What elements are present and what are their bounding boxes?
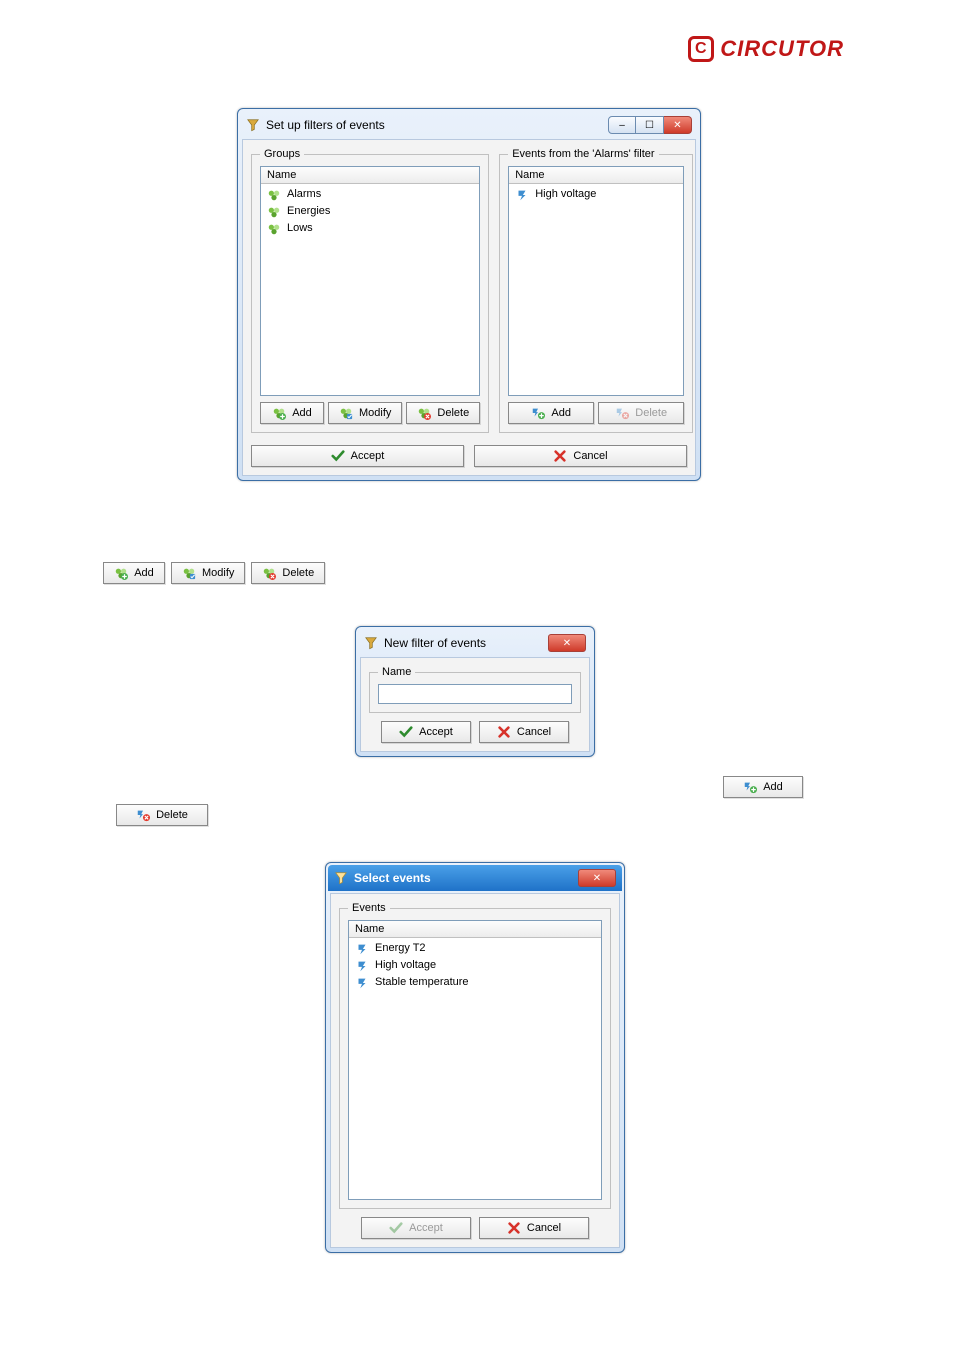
events-delete-icon: [136, 808, 150, 822]
funnel-icon: [334, 871, 348, 885]
events-header[interactable]: Name: [509, 167, 683, 184]
titlebar[interactable]: Select events ✕: [328, 865, 622, 891]
add-icon: [272, 406, 286, 420]
list-item[interactable]: High voltage: [513, 186, 679, 203]
event-icon: [515, 188, 529, 202]
float-delete-button-wrap: Delete: [116, 804, 208, 826]
setup-filters-window: Set up filters of events – ☐ ✕ Groups Na…: [237, 108, 701, 481]
events-listbox[interactable]: Name High voltage: [508, 166, 684, 396]
brand-logo: C CIRCUTOR: [688, 36, 844, 62]
window-maximize-button[interactable]: ☐: [636, 116, 664, 134]
select-events-list-body: Energy T2 High voltage Stable temperatur…: [349, 938, 601, 993]
group-icon: [267, 205, 281, 219]
events-delete-button[interactable]: Delete: [598, 402, 684, 424]
list-item[interactable]: Alarms: [265, 186, 475, 203]
group-icon: [267, 188, 281, 202]
check-icon: [331, 449, 345, 463]
toolbar-buttons: Add Modify Delete: [103, 562, 325, 584]
x-icon: [553, 449, 567, 463]
check-icon: [399, 725, 413, 739]
events-legend: Events: [348, 902, 390, 914]
accept-button[interactable]: Accept: [251, 445, 464, 467]
name-fieldset: Name: [369, 666, 581, 713]
events-delete-icon: [615, 406, 629, 420]
accept-button[interactable]: Accept: [361, 1217, 471, 1239]
select-events-window: Select events ✕ Events Name Energy T2 Hi…: [325, 862, 625, 1253]
group-icon: [267, 222, 281, 236]
titlebar[interactable]: New filter of events ✕: [360, 631, 590, 657]
window-title: New filter of events: [384, 636, 486, 650]
toolbar-modify-button[interactable]: Modify: [171, 562, 245, 584]
x-icon: [507, 1221, 521, 1235]
toolbar-delete-button[interactable]: Delete: [251, 562, 325, 584]
funnel-icon: [246, 118, 260, 132]
float-delete-button[interactable]: Delete: [116, 804, 208, 826]
toolbar-add-button[interactable]: Add: [103, 562, 165, 584]
new-filter-window: New filter of events ✕ Name Accept Cance…: [355, 626, 595, 757]
list-item[interactable]: Energy T2: [353, 940, 597, 957]
groups-header[interactable]: Name: [261, 167, 479, 184]
groups-legend: Groups: [260, 148, 304, 160]
titlebar[interactable]: Set up filters of events – ☐ ✕: [242, 113, 696, 139]
add-icon: [114, 566, 128, 580]
events-legend: Events from the 'Alarms' filter: [508, 148, 658, 160]
select-events-listbox[interactable]: Name Energy T2 High voltage Stable tempe…: [348, 920, 602, 1200]
events-add-button[interactable]: Add: [508, 402, 594, 424]
event-icon: [355, 959, 369, 973]
cancel-button[interactable]: Cancel: [474, 445, 687, 467]
list-item[interactable]: High voltage: [353, 957, 597, 974]
delete-icon: [417, 406, 431, 420]
modify-icon: [182, 566, 196, 580]
x-icon: [497, 725, 511, 739]
list-item[interactable]: Lows: [265, 220, 475, 237]
check-icon: [389, 1221, 403, 1235]
window-minimize-button[interactable]: –: [608, 116, 636, 134]
window-close-button[interactable]: ✕: [664, 116, 692, 134]
window-close-button[interactable]: ✕: [548, 634, 586, 652]
window-close-button[interactable]: ✕: [578, 869, 616, 887]
delete-icon: [262, 566, 276, 580]
list-item[interactable]: Energies: [265, 203, 475, 220]
groups-modify-button[interactable]: Modify: [328, 402, 402, 424]
groups-list-body: Alarms Energies Lows: [261, 184, 479, 239]
groups-fieldset: Groups Name Alarms Energies: [251, 148, 489, 433]
brand-logo-text: CIRCUTOR: [720, 36, 844, 62]
event-icon: [355, 976, 369, 990]
float-add-button[interactable]: Add: [723, 776, 803, 798]
modify-icon: [339, 406, 353, 420]
brand-logo-mark: C: [688, 36, 714, 62]
groups-listbox[interactable]: Name Alarms Energies Lows: [260, 166, 480, 396]
select-events-header[interactable]: Name: [349, 921, 601, 938]
name-input[interactable]: [378, 684, 572, 704]
cancel-button[interactable]: Cancel: [479, 721, 569, 743]
float-add-button-wrap: Add: [723, 776, 803, 798]
event-icon: [355, 942, 369, 956]
events-add-icon: [743, 780, 757, 794]
events-list-body: High voltage: [509, 184, 683, 205]
groups-add-button[interactable]: Add: [260, 402, 324, 424]
window-title: Set up filters of events: [266, 118, 385, 132]
name-legend: Name: [378, 666, 415, 678]
cancel-button[interactable]: Cancel: [479, 1217, 589, 1239]
events-add-icon: [531, 406, 545, 420]
funnel-icon: [364, 636, 378, 650]
window-title: Select events: [354, 871, 431, 885]
events-fieldset: Events Name Energy T2 High voltage Stabl…: [339, 902, 611, 1209]
events-fieldset: Events from the 'Alarms' filter Name Hig…: [499, 148, 693, 433]
groups-delete-button[interactable]: Delete: [406, 402, 480, 424]
accept-button[interactable]: Accept: [381, 721, 471, 743]
list-item[interactable]: Stable temperature: [353, 974, 597, 991]
